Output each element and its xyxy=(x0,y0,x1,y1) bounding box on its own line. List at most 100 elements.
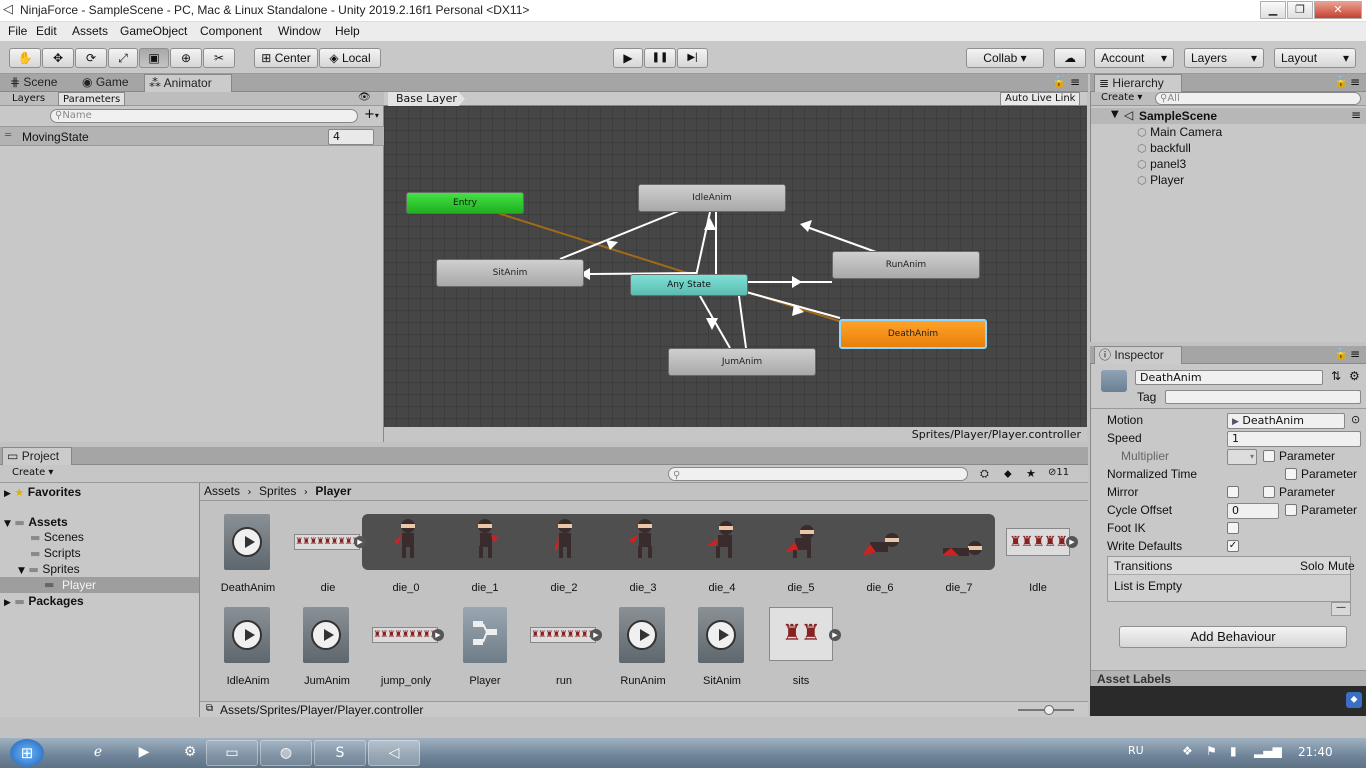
lock-icon[interactable]: 🔒 xyxy=(1052,75,1066,88)
filter-type-icon[interactable]: ⛭ xyxy=(980,467,989,481)
parameter-value-field[interactable]: 4 xyxy=(328,129,374,145)
panel-menu-icon[interactable]: ≡ xyxy=(1350,75,1360,89)
tree-player-selected[interactable]: ▬ Player xyxy=(0,577,199,593)
rotate-tool-icon[interactable]: ⟳ xyxy=(75,48,107,68)
expand-sprites-icon[interactable]: ▶ xyxy=(829,629,841,641)
project-search-input[interactable]: ⚲ xyxy=(668,467,968,481)
menu-help[interactable]: Help xyxy=(335,24,360,38)
pivot-center-button[interactable]: ⊞ Center xyxy=(254,48,318,68)
battery-icon[interactable]: ▮ xyxy=(1230,744,1237,758)
expand-sprites-icon[interactable]: ▶ xyxy=(354,536,366,548)
hierarchy-create-dropdown[interactable]: Create ▾ xyxy=(1101,92,1142,103)
chrome-icon[interactable]: ◍ xyxy=(260,740,312,766)
state-idle-anim[interactable]: IdleAnim xyxy=(638,184,786,212)
start-button[interactable]: ⊞ xyxy=(10,739,44,767)
breadcrumb-player[interactable]: Player xyxy=(315,484,351,498)
pause-button[interactable]: ❚❚ xyxy=(644,48,676,68)
menu-component[interactable]: Component xyxy=(200,24,262,38)
drag-handle-icon[interactable]: ═ xyxy=(5,130,11,141)
play-button[interactable]: ▶ xyxy=(613,48,643,68)
mirror-parameter-checkbox[interactable] xyxy=(1263,486,1275,498)
maximize-button[interactable]: ❐ xyxy=(1287,1,1313,19)
layout-dropdown[interactable]: Layout ▾ xyxy=(1274,48,1356,68)
parameter-search-input[interactable]: ⚲Name xyxy=(50,109,358,123)
project-create-dropdown[interactable]: Create ▾ xyxy=(12,467,53,478)
preset-icon[interactable]: ⇅ xyxy=(1331,369,1341,383)
add-parameter-button[interactable]: +▾ xyxy=(364,107,379,122)
state-any-state[interactable]: Any State xyxy=(630,274,748,296)
expand-arrow-icon[interactable]: ▼ xyxy=(18,566,25,576)
cycle-offset-field[interactable]: 0 xyxy=(1227,503,1279,519)
run-to-idle-transition[interactable] xyxy=(803,225,877,253)
write-defaults-checkbox[interactable]: ✓ xyxy=(1227,540,1239,552)
tree-scripts[interactable]: ▬ Scripts xyxy=(30,546,81,560)
auto-live-link-button[interactable]: Auto Live Link xyxy=(1000,92,1081,106)
breadcrumb-assets[interactable]: Assets xyxy=(204,484,240,498)
state-entry[interactable]: Entry xyxy=(406,192,524,214)
add-behaviour-button[interactable]: Add Behaviour xyxy=(1119,626,1347,648)
ie-icon[interactable]: ℯ xyxy=(72,740,124,766)
animator-state-graph[interactable]: Entry IdleAnim SitAnim Any State RunAnim… xyxy=(384,106,1087,427)
skype-icon[interactable]: S xyxy=(314,740,366,766)
scene-name[interactable]: SampleScene xyxy=(1139,109,1217,123)
subtab-layers[interactable]: Layers xyxy=(8,92,49,106)
cycle-offset-parameter-checkbox[interactable] xyxy=(1285,504,1297,516)
tab-hierarchy[interactable]: ≣ Hierarchy xyxy=(1094,74,1182,92)
collab-dropdown[interactable]: Collab ▾ xyxy=(966,48,1044,68)
close-button[interactable]: ✕ xyxy=(1314,1,1362,19)
menu-edit[interactable]: Edit xyxy=(36,24,57,38)
parameter-name[interactable]: MovingState xyxy=(22,130,89,144)
expand-arrow-icon[interactable]: ▶ xyxy=(4,489,11,499)
hierarchy-search-input[interactable]: ⚲All xyxy=(1155,92,1361,105)
account-dropdown[interactable]: Account ▾ xyxy=(1094,48,1174,68)
lock-icon[interactable]: 🔒 xyxy=(1334,347,1348,360)
tree-favorites[interactable]: ▶ ★ Favorites xyxy=(4,485,81,499)
mirror-checkbox[interactable] xyxy=(1227,486,1239,498)
multiplier-parameter-checkbox[interactable] xyxy=(1263,450,1275,462)
cloud-icon[interactable]: ☁ xyxy=(1054,48,1086,68)
unity-taskbar-icon[interactable]: ◁ xyxy=(368,740,420,766)
slider-thumb[interactable] xyxy=(1044,705,1054,715)
list-item[interactable]: ⬡ Player xyxy=(1137,173,1184,187)
parameter-row[interactable]: ═ MovingState 4 xyxy=(0,126,384,146)
minimize-button[interactable]: ▁ xyxy=(1260,1,1286,19)
multiplier-dropdown[interactable]: ▾ xyxy=(1227,449,1257,465)
breadcrumb-sprites[interactable]: Sprites xyxy=(259,484,296,498)
tab-game[interactable]: ◉ Game xyxy=(78,74,133,92)
any-to-idle-transition[interactable] xyxy=(695,211,711,277)
subtab-parameters[interactable]: Parameters xyxy=(58,92,126,106)
expand-sprites-icon[interactable]: ▶ xyxy=(590,629,602,641)
dropbox-icon[interactable]: ❖ xyxy=(1182,744,1193,758)
list-item[interactable]: ⬡ Main Camera xyxy=(1137,125,1222,139)
menu-file[interactable]: File xyxy=(8,24,27,38)
expand-arrow-icon[interactable]: ▶ xyxy=(4,598,11,608)
state-run-anim[interactable]: RunAnim xyxy=(832,251,980,279)
gear-icon[interactable]: ⚙ xyxy=(1349,369,1360,383)
breadcrumb-base-layer[interactable]: Base Layer xyxy=(388,92,465,106)
tree-assets[interactable]: ▼ ▬ Assets xyxy=(4,515,68,529)
step-button[interactable]: ▶| xyxy=(677,48,708,68)
lock-icon[interactable]: 🔒 xyxy=(1334,75,1348,88)
tree-sprites[interactable]: ▼ ▬ Sprites xyxy=(18,562,80,576)
scene-menu-icon[interactable]: ≡ xyxy=(1351,108,1361,122)
expand-sprites-icon[interactable]: ▶ xyxy=(432,629,444,641)
expand-arrow-icon[interactable]: ▼ xyxy=(1111,109,1119,120)
tree-packages[interactable]: ▶ ▬ Packages xyxy=(4,594,84,608)
rect-tool-icon[interactable]: ▣ xyxy=(139,48,169,68)
signal-icon[interactable]: ▂▄▆ xyxy=(1254,744,1282,758)
layers-dropdown[interactable]: Layers ▾ xyxy=(1184,48,1264,68)
hand-tool-icon[interactable]: ✋ xyxy=(9,48,41,68)
panel-menu-icon[interactable]: ≡ xyxy=(1350,347,1360,361)
eye-icon[interactable]: 👁 xyxy=(358,92,371,103)
menu-window[interactable]: Window xyxy=(278,24,321,38)
filter-label-icon[interactable]: ⬥ xyxy=(1004,467,1012,481)
normalized-time-parameter-checkbox[interactable] xyxy=(1285,468,1297,480)
menu-assets[interactable]: Assets xyxy=(72,24,108,38)
object-picker-icon[interactable]: ⊙ xyxy=(1351,413,1360,426)
foot-ik-checkbox[interactable] xyxy=(1227,522,1239,534)
pivot-local-button[interactable]: ◈ Local xyxy=(319,48,381,68)
tag-field[interactable] xyxy=(1165,390,1361,404)
list-item[interactable]: ⬡ panel3 xyxy=(1137,157,1186,171)
speed-field[interactable]: 1 xyxy=(1227,431,1361,447)
custom-tool-icon[interactable]: ✂ xyxy=(203,48,235,68)
